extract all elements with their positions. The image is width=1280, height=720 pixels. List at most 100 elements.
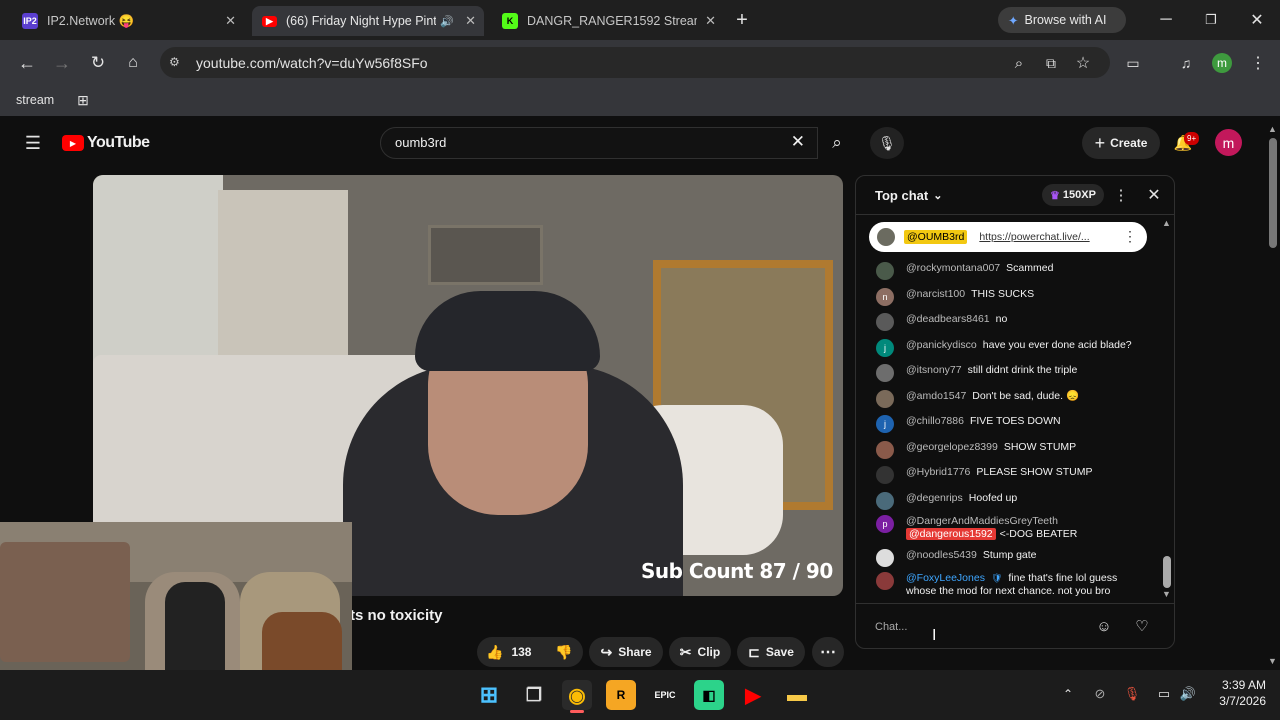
chat-message[interactable]: @amdo1547 Don't be sad, dude. 😞 — [876, 390, 1146, 408]
chat-message[interactable]: @deadbears8461 no — [876, 313, 1146, 331]
create-label: Create — [1110, 136, 1148, 150]
close-tab-icon[interactable]: ✕ — [225, 13, 236, 29]
zoom-icon[interactable]: ⌕ — [1008, 52, 1030, 74]
chat-message[interactable]: @rockymontana007 Scammed — [876, 262, 1146, 280]
chat-message[interactable]: n @narcist100 THIS SUCKS — [876, 288, 1146, 306]
media-control-icon[interactable]: ♫ — [1175, 52, 1197, 74]
chat-author[interactable]: @narcist100 — [906, 288, 965, 300]
chat-message[interactable]: p @DangerAndMaddiesGreyTeeth @dangerous159… — [876, 515, 1146, 541]
xp-badge[interactable]: ♛ 150XP — [1042, 184, 1104, 206]
close-tab-icon[interactable]: ✕ — [465, 13, 476, 29]
crown-icon: ♛ — [1050, 189, 1060, 202]
task-view-icon[interactable]: ❐ — [519, 680, 549, 710]
hamburger-menu-icon[interactable]: ☰ — [22, 132, 44, 154]
chat-message[interactable]: @itsnony77 still didnt drink the triple — [876, 364, 1146, 382]
bookmark-star-icon[interactable]: ☆ — [1072, 52, 1094, 74]
system-clock[interactable]: 3:39 AM 3/7/2026 — [1206, 677, 1266, 709]
chat-message[interactable]: @georgelopez8399 SHOW STUMP — [876, 441, 1146, 459]
chat-author[interactable]: @chillo7886 — [906, 415, 964, 427]
chat-input[interactable]: Chat... — [875, 614, 1095, 640]
chat-author[interactable]: @panickydisco — [906, 339, 977, 351]
network-off-icon[interactable]: ⊘ — [1090, 684, 1110, 704]
pinned-message[interactable]: @OUMB3rd https://powerchat.live/... ⋮ — [869, 222, 1147, 252]
rockstar-icon[interactable]: R — [606, 680, 636, 710]
new-tab-plus-icon[interactable]: + — [730, 8, 754, 32]
youtube-logo[interactable]: ▶ YouTube — [62, 134, 150, 152]
heart-icon[interactable]: ♡ — [1132, 616, 1152, 636]
close-chat-icon[interactable]: ✕ — [1144, 185, 1164, 205]
chat-author[interactable]: @Hybrid1776 — [906, 466, 970, 478]
reading-list-icon[interactable]: ▭ — [1122, 52, 1144, 74]
page-scroll-up-icon[interactable]: ▲ — [1268, 124, 1277, 134]
chat-author[interactable]: @itsnony77 — [906, 364, 962, 376]
more-actions-button[interactable]: ⋯ — [812, 637, 844, 667]
chat-author[interactable]: @degenrips — [906, 492, 963, 504]
apps-grid-icon[interactable]: ⊞ — [72, 89, 94, 111]
tab-kick[interactable]: K DANGR_RANGER1592 Stream - ✕ — [492, 6, 724, 36]
chat-message[interactable]: @degenrips Hoofed up — [876, 492, 1146, 510]
browse-with-ai-button[interactable]: ✦ Browse with AI — [998, 7, 1126, 33]
dislike-button[interactable]: 👎 — [545, 637, 583, 667]
search-icon[interactable]: ⌕ — [818, 127, 856, 159]
restore-icon[interactable]: ❐ — [1200, 8, 1222, 32]
back-icon[interactable]: ← — [16, 52, 38, 74]
search-input[interactable]: oumb3rd ✕ — [380, 127, 818, 159]
chat-author[interactable]: @amdo1547 — [906, 390, 966, 402]
address-bar[interactable]: ⚙ youtube.com/watch?v=duYw56f8SFo — [160, 47, 1110, 78]
epic-games-icon[interactable]: EPIC — [650, 680, 680, 710]
pinned-menu-icon[interactable]: ⋮ — [1123, 228, 1137, 245]
youtube-taskbar-icon[interactable]: ▶ — [738, 680, 768, 710]
chat-author[interactable]: @georgelopez8399 — [906, 441, 998, 453]
chat-scrollbar-thumb[interactable] — [1163, 556, 1171, 588]
profile-avatar[interactable]: m — [1212, 53, 1232, 73]
chat-author[interactable]: @FoxyLeeJones — [906, 572, 985, 584]
page-scroll-down-icon[interactable]: ▼ — [1268, 656, 1277, 666]
microphone-icon[interactable]: 🎙 — [1122, 684, 1142, 704]
share-button[interactable]: ↪ Share — [589, 637, 663, 667]
display-icon[interactable]: ▭ — [1154, 684, 1174, 704]
page-scrollbar-thumb[interactable] — [1269, 138, 1277, 248]
site-info-icon[interactable]: ⚙ — [169, 55, 180, 69]
menu-kebab-icon[interactable]: ⋮ — [1248, 52, 1268, 74]
chat-message[interactable]: j @chillo7886 FIVE TOES DOWN — [876, 415, 1146, 433]
close-window-icon[interactable]: ✕ — [1246, 8, 1268, 32]
audio-playing-icon[interactable]: 🔊 — [440, 15, 454, 28]
chat-author[interactable]: @deadbears8461 — [906, 313, 990, 325]
chat-mention[interactable]: @dangerous1592 — [906, 528, 996, 540]
file-explorer-icon[interactable]: ▬ — [782, 680, 812, 710]
create-button[interactable]: + Create — [1082, 127, 1160, 159]
pinned-link[interactable]: https://powerchat.live/... — [979, 231, 1089, 243]
chat-message[interactable]: @Hybrid1776 PLEASE SHOW STUMP — [876, 466, 1146, 484]
chat-message[interactable]: j @panickydisco have you ever done acid bl… — [876, 339, 1146, 357]
emoji-icon[interactable]: ☺ — [1094, 616, 1114, 636]
chat-menu-icon[interactable]: ⋮ — [1112, 185, 1130, 205]
chat-message[interactable]: @FoxyLeeJones 🛡 fine that's fine lol guess… — [876, 572, 1146, 598]
reload-icon[interactable]: ↻ — [87, 52, 109, 74]
forward-icon[interactable]: → — [51, 52, 73, 74]
share-label: Share — [618, 645, 652, 659]
windows-start-icon[interactable]: ⊞ — [474, 680, 504, 710]
clear-search-icon[interactable]: ✕ — [791, 132, 805, 152]
voice-search-icon[interactable]: 🎙 — [870, 127, 904, 159]
app-green-icon[interactable]: ◧ — [694, 680, 724, 710]
avatar[interactable]: m — [1215, 129, 1242, 156]
tab-ip2[interactable]: IP2 IP2.Network 😝 ✕ — [12, 6, 244, 36]
chat-author[interactable]: @rockymontana007 — [906, 262, 1000, 274]
install-app-icon[interactable]: ⧉ — [1040, 52, 1062, 74]
top-chat-dropdown[interactable]: Top chat ⌄ — [875, 188, 942, 203]
scroll-down-icon[interactable]: ▼ — [1162, 589, 1171, 599]
save-button[interactable]: ⊏ Save — [737, 637, 805, 667]
scroll-up-icon[interactable]: ▲ — [1162, 218, 1171, 228]
minimize-icon[interactable]: ─ — [1155, 8, 1177, 32]
chat-author[interactable]: @noodles5439 — [906, 549, 977, 561]
close-tab-icon[interactable]: ✕ — [705, 13, 716, 29]
volume-icon[interactable]: 🔊 — [1178, 684, 1198, 704]
bookmark-stream[interactable]: stream — [10, 88, 60, 112]
home-icon[interactable]: ⌂ — [122, 52, 144, 74]
tab-youtube[interactable]: ▶ (66) Friday Night Hype Pint 🔊 ✕ — [252, 6, 484, 36]
chat-author[interactable]: @DangerAndMaddiesGreyTeeth — [906, 515, 1058, 527]
chat-message[interactable]: @noodles5439 Stump gate — [876, 549, 1146, 567]
chrome-taskbar-icon[interactable]: ◉ — [562, 680, 592, 710]
tray-chevron-up-icon[interactable]: ⌃ — [1058, 684, 1078, 704]
clip-button[interactable]: ✂ Clip — [669, 637, 731, 667]
